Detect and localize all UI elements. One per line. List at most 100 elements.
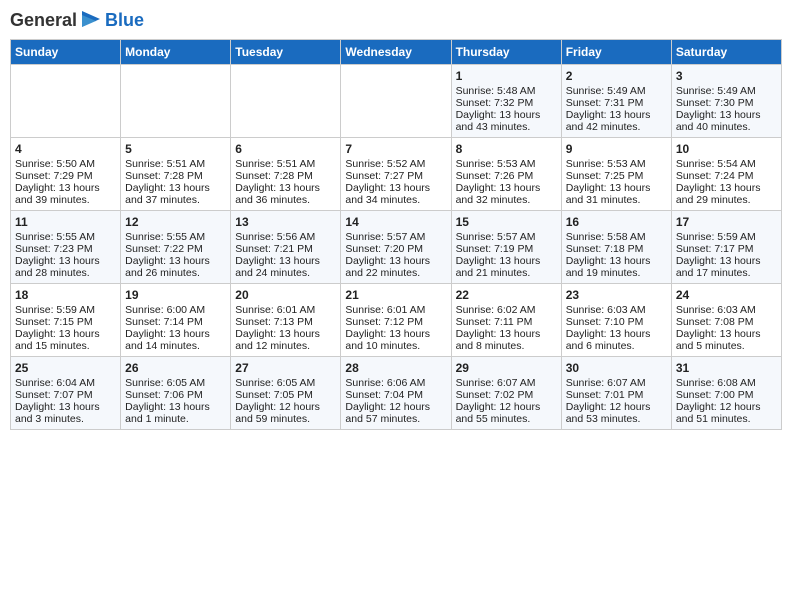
- day-info: Sunrise: 5:57 AM: [345, 231, 446, 243]
- col-header-tuesday: Tuesday: [231, 40, 341, 65]
- day-number: 21: [345, 288, 446, 302]
- calendar-cell: 30Sunrise: 6:07 AMSunset: 7:01 PMDayligh…: [561, 357, 671, 430]
- calendar-cell: 15Sunrise: 5:57 AMSunset: 7:19 PMDayligh…: [451, 211, 561, 284]
- day-info: Sunset: 7:22 PM: [125, 243, 226, 255]
- day-info: Sunset: 7:12 PM: [345, 316, 446, 328]
- day-info: Sunrise: 5:49 AM: [566, 85, 667, 97]
- day-number: 18: [15, 288, 116, 302]
- day-number: 31: [676, 361, 777, 375]
- day-info: and 12 minutes.: [235, 340, 336, 352]
- day-info: Sunset: 7:27 PM: [345, 170, 446, 182]
- day-number: 1: [456, 69, 557, 83]
- calendar-cell: [121, 65, 231, 138]
- day-number: 13: [235, 215, 336, 229]
- day-number: 30: [566, 361, 667, 375]
- day-info: Sunset: 7:10 PM: [566, 316, 667, 328]
- day-info: Sunset: 7:15 PM: [15, 316, 116, 328]
- day-info: Daylight: 13 hours: [566, 328, 667, 340]
- day-info: Sunset: 7:05 PM: [235, 389, 336, 401]
- day-number: 15: [456, 215, 557, 229]
- day-number: 20: [235, 288, 336, 302]
- day-info: Sunrise: 5:59 AM: [15, 304, 116, 316]
- day-info: Sunrise: 5:58 AM: [566, 231, 667, 243]
- day-info: and 15 minutes.: [15, 340, 116, 352]
- week-row-1: 1Sunrise: 5:48 AMSunset: 7:32 PMDaylight…: [11, 65, 782, 138]
- day-info: Sunrise: 6:08 AM: [676, 377, 777, 389]
- calendar-cell: 29Sunrise: 6:07 AMSunset: 7:02 PMDayligh…: [451, 357, 561, 430]
- day-info: Sunset: 7:28 PM: [125, 170, 226, 182]
- day-info: and 40 minutes.: [676, 121, 777, 133]
- day-info: Sunrise: 6:07 AM: [566, 377, 667, 389]
- day-info: and 32 minutes.: [456, 194, 557, 206]
- calendar-cell: 4Sunrise: 5:50 AMSunset: 7:29 PMDaylight…: [11, 138, 121, 211]
- calendar-cell: 12Sunrise: 5:55 AMSunset: 7:22 PMDayligh…: [121, 211, 231, 284]
- day-info: and 3 minutes.: [15, 413, 116, 425]
- day-info: Sunset: 7:07 PM: [15, 389, 116, 401]
- day-info: Daylight: 12 hours: [235, 401, 336, 413]
- calendar-cell: 20Sunrise: 6:01 AMSunset: 7:13 PMDayligh…: [231, 284, 341, 357]
- day-info: Sunset: 7:01 PM: [566, 389, 667, 401]
- day-info: Sunrise: 6:06 AM: [345, 377, 446, 389]
- day-info: Sunset: 7:13 PM: [235, 316, 336, 328]
- day-info: and 22 minutes.: [345, 267, 446, 279]
- day-number: 29: [456, 361, 557, 375]
- day-info: Daylight: 13 hours: [235, 328, 336, 340]
- day-info: and 24 minutes.: [235, 267, 336, 279]
- day-info: Daylight: 13 hours: [566, 182, 667, 194]
- day-info: Sunset: 7:00 PM: [676, 389, 777, 401]
- day-info: and 42 minutes.: [566, 121, 667, 133]
- day-number: 27: [235, 361, 336, 375]
- day-info: Sunset: 7:11 PM: [456, 316, 557, 328]
- day-info: Daylight: 13 hours: [566, 109, 667, 121]
- calendar-cell: 6Sunrise: 5:51 AMSunset: 7:28 PMDaylight…: [231, 138, 341, 211]
- day-info: and 1 minute.: [125, 413, 226, 425]
- calendar-cell: 25Sunrise: 6:04 AMSunset: 7:07 PMDayligh…: [11, 357, 121, 430]
- day-info: and 55 minutes.: [456, 413, 557, 425]
- day-info: and 29 minutes.: [676, 194, 777, 206]
- day-number: 23: [566, 288, 667, 302]
- calendar-cell: 24Sunrise: 6:03 AMSunset: 7:08 PMDayligh…: [671, 284, 781, 357]
- day-info: Sunrise: 6:04 AM: [15, 377, 116, 389]
- day-number: 25: [15, 361, 116, 375]
- day-info: Daylight: 13 hours: [125, 328, 226, 340]
- col-header-saturday: Saturday: [671, 40, 781, 65]
- day-info: Daylight: 13 hours: [456, 182, 557, 194]
- day-number: 16: [566, 215, 667, 229]
- day-info: and 5 minutes.: [676, 340, 777, 352]
- day-info: Daylight: 12 hours: [456, 401, 557, 413]
- day-number: 11: [15, 215, 116, 229]
- day-info: and 34 minutes.: [345, 194, 446, 206]
- day-info: and 43 minutes.: [456, 121, 557, 133]
- day-info: Sunset: 7:14 PM: [125, 316, 226, 328]
- day-info: Sunset: 7:18 PM: [566, 243, 667, 255]
- day-info: Sunset: 7:21 PM: [235, 243, 336, 255]
- day-info: and 17 minutes.: [676, 267, 777, 279]
- day-number: 7: [345, 142, 446, 156]
- day-number: 14: [345, 215, 446, 229]
- day-number: 6: [235, 142, 336, 156]
- day-info: Sunset: 7:31 PM: [566, 97, 667, 109]
- calendar-cell: 23Sunrise: 6:03 AMSunset: 7:10 PMDayligh…: [561, 284, 671, 357]
- calendar-cell: [11, 65, 121, 138]
- day-info: and 31 minutes.: [566, 194, 667, 206]
- day-info: and 19 minutes.: [566, 267, 667, 279]
- day-info: Sunset: 7:28 PM: [235, 170, 336, 182]
- day-info: and 59 minutes.: [235, 413, 336, 425]
- day-info: Sunrise: 6:07 AM: [456, 377, 557, 389]
- day-info: and 21 minutes.: [456, 267, 557, 279]
- day-info: Daylight: 13 hours: [566, 255, 667, 267]
- day-info: and 26 minutes.: [125, 267, 226, 279]
- calendar-cell: [231, 65, 341, 138]
- day-info: Sunset: 7:20 PM: [345, 243, 446, 255]
- day-info: Sunrise: 5:56 AM: [235, 231, 336, 243]
- day-info: Daylight: 13 hours: [15, 255, 116, 267]
- day-info: Sunrise: 5:52 AM: [345, 158, 446, 170]
- day-info: Sunrise: 5:51 AM: [125, 158, 226, 170]
- day-info: Sunset: 7:25 PM: [566, 170, 667, 182]
- week-row-3: 11Sunrise: 5:55 AMSunset: 7:23 PMDayligh…: [11, 211, 782, 284]
- day-info: Daylight: 13 hours: [676, 328, 777, 340]
- calendar-cell: 27Sunrise: 6:05 AMSunset: 7:05 PMDayligh…: [231, 357, 341, 430]
- calendar-cell: 16 Sunrise: 5:58 AMSunset: 7:18 PMDayligh…: [561, 211, 671, 284]
- calendar-cell: 3Sunrise: 5:49 AMSunset: 7:30 PMDaylight…: [671, 65, 781, 138]
- day-info: Daylight: 13 hours: [345, 255, 446, 267]
